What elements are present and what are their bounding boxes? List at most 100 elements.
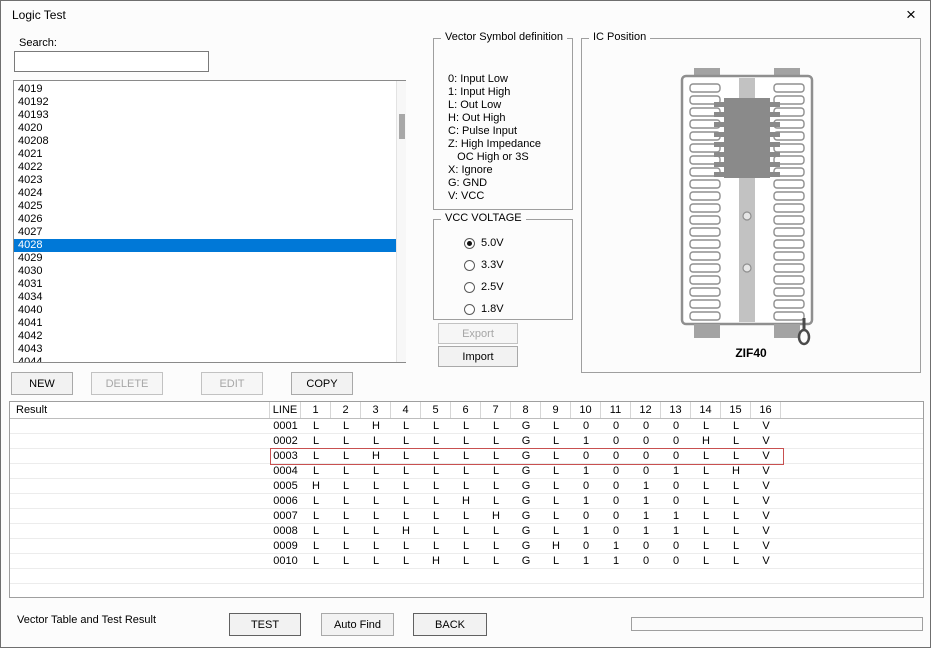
status-text: Vector Table and Test Result <box>17 614 156 626</box>
pin-value-cell: 0 <box>661 419 691 433</box>
table-row-0001[interactable]: 0001LLHLLLLGL0000LLV <box>10 419 923 434</box>
pin-value-cell: 0 <box>631 464 661 478</box>
list-item-4025[interactable]: 4025 <box>14 200 405 213</box>
line-cell: 0003 <box>270 449 301 463</box>
pin-value-cell: L <box>361 539 391 553</box>
chip-listbox[interactable]: 4019401924019340204020840214022402340244… <box>13 80 406 363</box>
list-item-4031[interactable]: 4031 <box>14 278 405 291</box>
pin-value-cell: L <box>331 524 361 538</box>
pin-value-cell: V <box>751 434 781 448</box>
pin-value-cell: V <box>751 524 781 538</box>
radio-icon[interactable] <box>464 282 475 293</box>
table-row-0006[interactable]: 0006LLLLLHLGL1010LLV <box>10 494 923 509</box>
edit-button[interactable]: EDIT <box>201 372 263 395</box>
list-item-4044[interactable]: 4044 <box>14 356 405 363</box>
new-button[interactable]: NEW <box>11 372 73 395</box>
table-row-0009[interactable]: 0009LLLLLLLGH0100LLV <box>10 539 923 554</box>
radio-icon[interactable] <box>464 260 475 271</box>
pin-value-cell: 0 <box>661 449 691 463</box>
pin-value-cell: L <box>721 479 751 493</box>
pin-value-cell: L <box>331 479 361 493</box>
vcc-option-3.3v[interactable]: 3.3V <box>464 258 504 272</box>
copy-button[interactable]: COPY <box>291 372 353 395</box>
zif-socket-graphic <box>652 68 842 346</box>
pin-value-cell: L <box>301 509 331 523</box>
list-item-40192[interactable]: 40192 <box>14 96 405 109</box>
auto-find-button[interactable]: Auto Find <box>321 613 394 636</box>
pin-value-cell: L <box>451 434 481 448</box>
pin-column-header-15: 15 <box>721 402 751 418</box>
list-scrollbar[interactable] <box>396 81 406 362</box>
line-cell: 0005 <box>270 479 301 493</box>
result-cell <box>10 494 270 508</box>
export-button[interactable]: Export <box>438 323 518 344</box>
pin-column-header-2: 2 <box>331 402 361 418</box>
result-cell <box>10 524 270 538</box>
close-icon[interactable]: × <box>900 4 922 26</box>
list-item-4024[interactable]: 4024 <box>14 187 405 200</box>
list-item-40193[interactable]: 40193 <box>14 109 405 122</box>
list-item-4030[interactable]: 4030 <box>14 265 405 278</box>
radio-icon[interactable] <box>464 238 475 249</box>
result-cell <box>10 479 270 493</box>
list-item-4020[interactable]: 4020 <box>14 122 405 135</box>
table-row-0004[interactable]: 0004LLLLLLLGL1001LHV <box>10 464 923 479</box>
pin-value-cell: V <box>751 449 781 463</box>
pin-value-cell: L <box>721 509 751 523</box>
vcc-option-2.5v[interactable]: 2.5V <box>464 280 504 294</box>
list-item-4034[interactable]: 4034 <box>14 291 405 304</box>
list-item-4028[interactable]: 4028 <box>14 239 405 252</box>
vcc-option-1.8v[interactable]: 1.8V <box>464 302 504 316</box>
table-row-0010[interactable]: 0010LLLLHLLGL1100LLV <box>10 554 923 569</box>
pin-value-cell: L <box>721 434 751 448</box>
list-item-4019[interactable]: 4019 <box>14 83 405 96</box>
test-button[interactable]: TEST <box>229 613 301 636</box>
list-item-4026[interactable]: 4026 <box>14 213 405 226</box>
import-button[interactable]: Import <box>438 346 518 367</box>
back-button[interactable]: BACK <box>413 613 487 636</box>
pin-value-cell: H <box>691 434 721 448</box>
pin-column-headers: 12345678910111213141516 <box>301 402 781 418</box>
titlebar: Logic Test × <box>1 1 930 28</box>
radio-icon[interactable] <box>464 304 475 315</box>
table-row-0002[interactable]: 0002LLLLLLLGL1000HLV <box>10 434 923 449</box>
pin-value-cell: L <box>301 464 331 478</box>
scrollbar-thumb[interactable] <box>399 114 405 139</box>
ic-chip <box>724 98 770 178</box>
table-row-0008[interactable]: 0008LLLHLLLGL1011LLV <box>10 524 923 539</box>
list-item-4027[interactable]: 4027 <box>14 226 405 239</box>
pin-value-cell: L <box>421 539 451 553</box>
vector-symbol-line: C: Pulse Input <box>448 125 568 138</box>
pin-value-cell: L <box>361 524 391 538</box>
pin-value-cell: L <box>691 509 721 523</box>
vcc-voltage-options: 5.0V 3.3V 2.5V 1.8V <box>464 236 504 324</box>
vector-symbol-line: H: Out High <box>448 112 568 125</box>
list-item-4040[interactable]: 4040 <box>14 304 405 317</box>
list-item-4043[interactable]: 4043 <box>14 343 405 356</box>
search-input[interactable] <box>14 51 209 72</box>
list-item-40208[interactable]: 40208 <box>14 135 405 148</box>
pin-value-cell: H <box>721 464 751 478</box>
pin-value-cell: L <box>301 494 331 508</box>
delete-button[interactable]: DELETE <box>91 372 163 395</box>
list-item-4029[interactable]: 4029 <box>14 252 405 265</box>
table-row-0005[interactable]: 0005HLLLLLLGL0010LLV <box>10 479 923 494</box>
pin-value-cell: 1 <box>571 434 601 448</box>
pin-value-cell: 0 <box>661 434 691 448</box>
pin-value-cell: L <box>421 419 451 433</box>
table-row-0003[interactable]: 0003LLHLLLLGL0000LLV <box>10 449 923 464</box>
list-item-4021[interactable]: 4021 <box>14 148 405 161</box>
vcc-option-5.0v[interactable]: 5.0V <box>464 236 504 250</box>
list-item-4042[interactable]: 4042 <box>14 330 405 343</box>
result-cell <box>10 449 270 463</box>
list-item-4022[interactable]: 4022 <box>14 161 405 174</box>
line-cell: 0007 <box>270 509 301 523</box>
table-row-0007[interactable]: 0007LLLLLLHGL0011LLV <box>10 509 923 524</box>
pin-value-cell: L <box>421 434 451 448</box>
progress-bar <box>631 617 923 631</box>
pin-value-cell: L <box>361 434 391 448</box>
vector-symbol-line: G: GND <box>448 177 568 190</box>
list-item-4041[interactable]: 4041 <box>14 317 405 330</box>
pin-value-cell: L <box>721 494 751 508</box>
list-item-4023[interactable]: 4023 <box>14 174 405 187</box>
